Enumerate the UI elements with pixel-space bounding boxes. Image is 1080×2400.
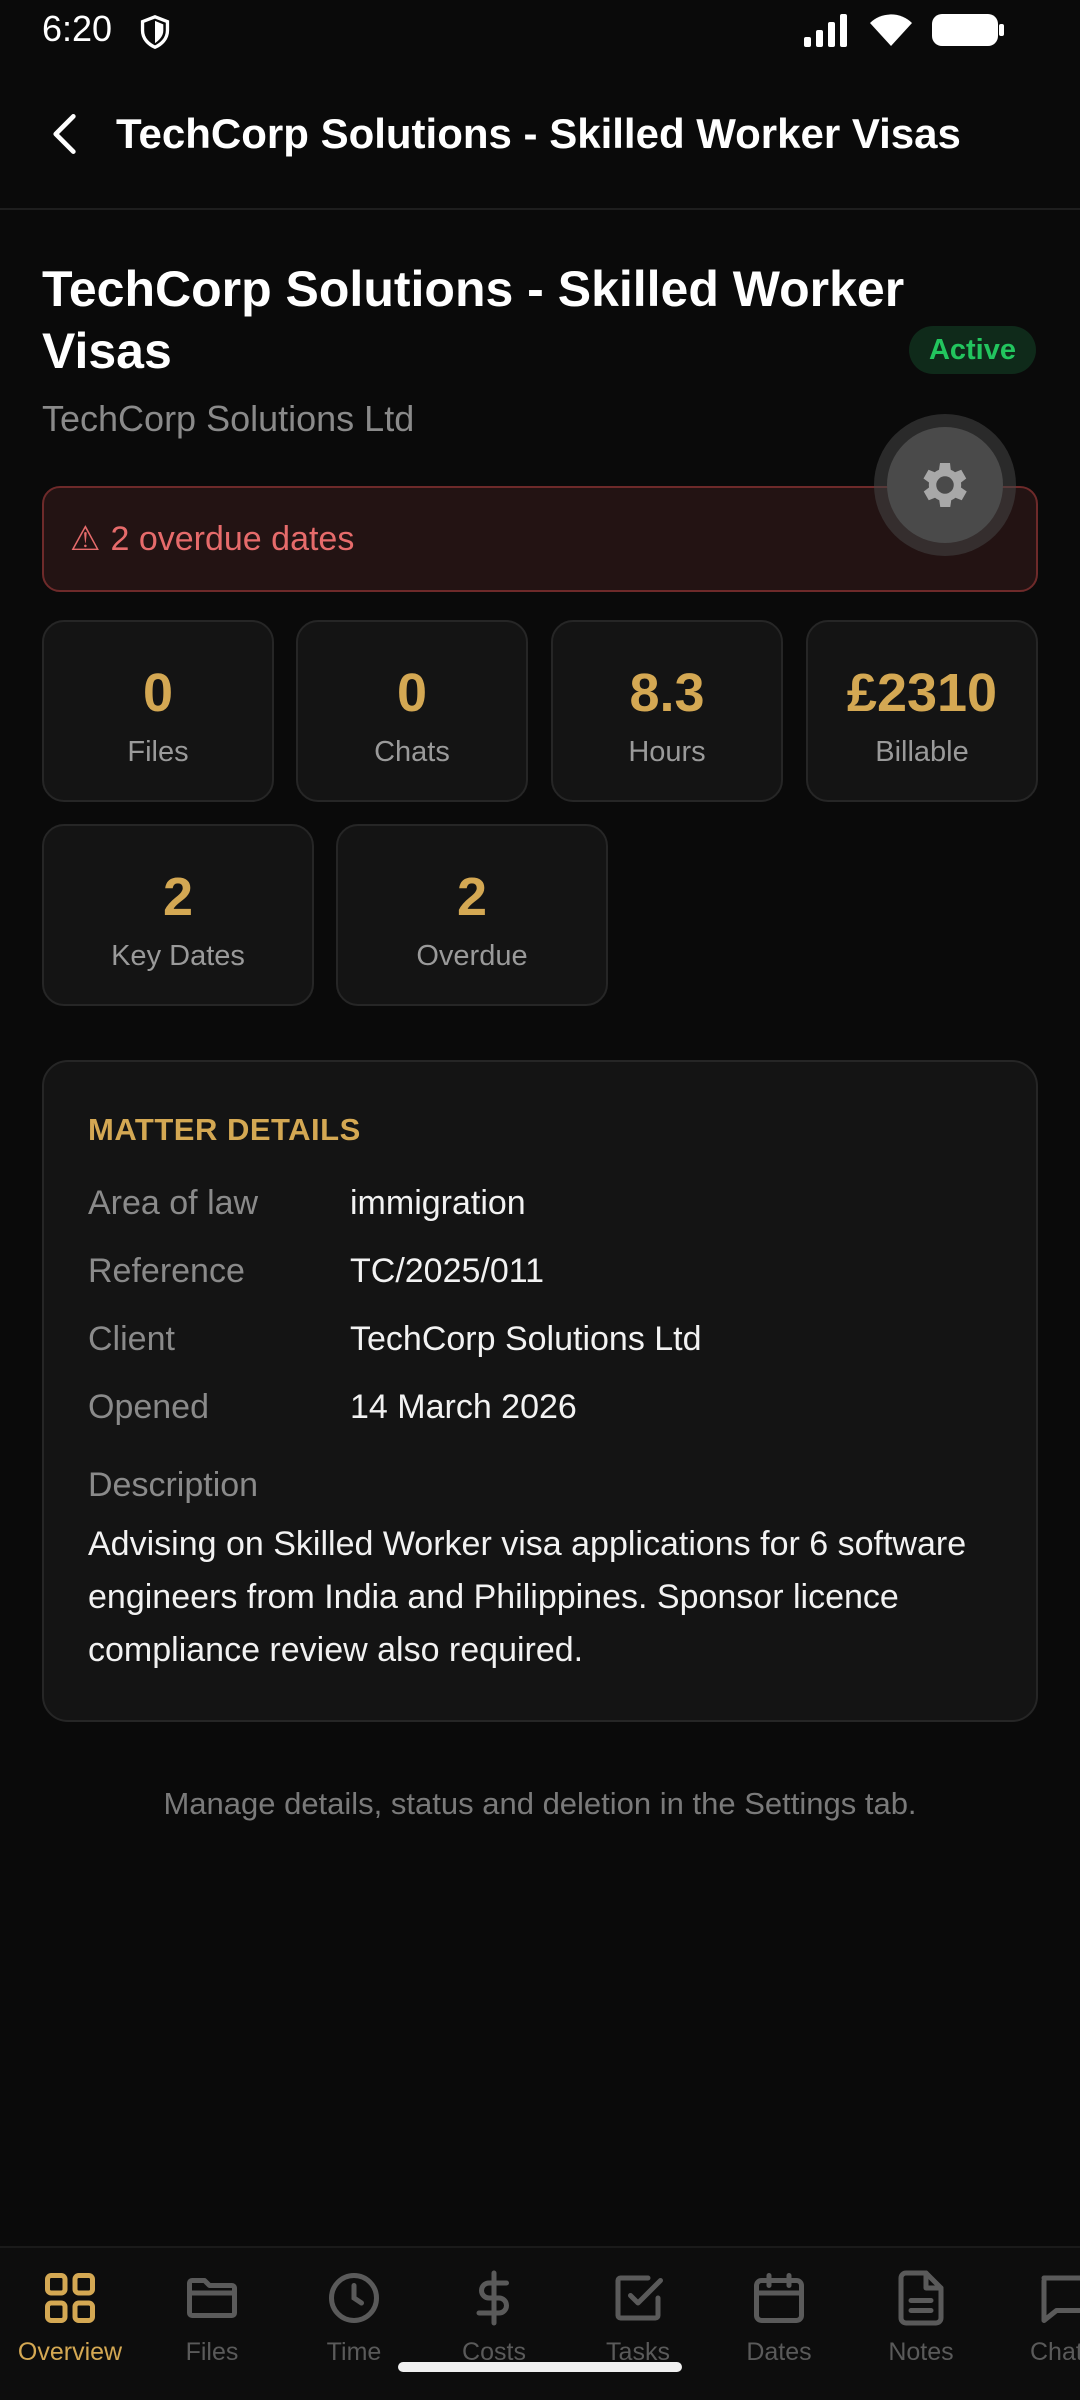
tab-label: Dates <box>746 2338 812 2366</box>
stat-label: Billable <box>875 736 969 768</box>
detail-value: immigration <box>350 1184 526 1222</box>
document-icon <box>898 2270 944 2326</box>
stat-value: £2310 <box>846 663 998 723</box>
detail-label: Area of law <box>88 1184 259 1222</box>
page-title: TechCorp Solutions - Skilled Worker Visa… <box>42 261 905 379</box>
tab-dates[interactable]: Dates <box>709 2268 849 2388</box>
description-text: Advising on Skilled Worker visa applicat… <box>88 1525 967 1669</box>
chat-icon <box>1041 2275 1080 2323</box>
stat-card-billable[interactable]: £2310 Billable <box>806 620 1038 802</box>
details-heading: MATTER DETAILS <box>88 1112 361 1147</box>
stat-label: Chats <box>374 736 450 768</box>
tab-overview[interactable]: Overview <box>0 2268 140 2388</box>
settings-button-inner <box>887 427 1003 543</box>
gear-icon <box>923 463 967 507</box>
stat-card-hours[interactable]: 8.3 Hours <box>551 620 783 802</box>
stat-value: 0 <box>142 663 174 723</box>
detail-value: TC/2025/011 <box>350 1252 545 1290</box>
detail-value: 14 March 2026 <box>350 1388 577 1426</box>
detail-label: Reference <box>88 1252 245 1290</box>
folder-icon <box>187 2278 237 2318</box>
calendar-icon <box>754 2273 804 2323</box>
stat-value: 2 <box>456 867 488 927</box>
stat-value: 0 <box>396 663 428 723</box>
status-badge: Active <box>908 326 1036 374</box>
status-time: 6:20 <box>42 8 113 49</box>
detail-label: Client <box>88 1320 175 1358</box>
back-button[interactable] <box>38 106 94 162</box>
stat-label: Overdue <box>416 940 528 972</box>
stat-label: Files <box>127 736 189 768</box>
battery-icon <box>932 14 1004 46</box>
wifi-icon <box>870 14 912 46</box>
warning-icon: ⚠ <box>70 519 101 559</box>
chevron-left-icon <box>53 114 76 154</box>
tab-chat[interactable]: Chat <box>992 2268 1080 2388</box>
bottom-tab-bar: Overview Files Time Costs Tasks Dates No… <box>0 2246 1080 2400</box>
home-indicator[interactable] <box>398 2362 682 2372</box>
shield-icon <box>140 14 170 50</box>
overdue-alert-text: 2 overdue dates <box>110 519 355 558</box>
app-bar: TechCorp Solutions - Skilled Worker Visa… <box>0 62 1080 210</box>
stat-card-overdue[interactable]: 2 Overdue <box>336 824 608 1006</box>
settings-button[interactable] <box>874 414 1016 556</box>
grid-icon <box>45 2273 95 2323</box>
stat-card-key-dates[interactable]: 2 Key Dates <box>42 824 314 1006</box>
detail-label: Opened <box>88 1388 209 1426</box>
detail-value: TechCorp Solutions Ltd <box>350 1320 702 1358</box>
status-bar: 6:20 <box>0 0 1080 62</box>
tab-label: Notes <box>888 2338 954 2366</box>
dollar-icon <box>476 2270 509 2326</box>
stat-label: Key Dates <box>111 940 245 972</box>
app-bar-title: TechCorp Solutions - Skilled Worker Visa… <box>116 110 961 157</box>
settings-hint: Manage details, status and deletion in t… <box>163 1786 917 1821</box>
tab-notes[interactable]: Notes <box>851 2268 991 2388</box>
stat-card-chats[interactable]: 0 Chats <box>296 620 528 802</box>
stat-value: 8.3 <box>629 663 705 723</box>
clock-icon <box>329 2273 379 2323</box>
tab-files[interactable]: Files <box>142 2268 282 2388</box>
checkbox-icon <box>615 2275 663 2321</box>
description-label: Description <box>88 1466 259 1504</box>
client-subtitle: TechCorp Solutions Ltd <box>42 398 415 439</box>
tab-label: Files <box>185 2338 239 2366</box>
matter-details-card: MATTER DETAILS Area of law immigration R… <box>42 1060 1038 1722</box>
stat-label: Hours <box>628 736 706 768</box>
signal-icon <box>804 14 847 47</box>
stat-card-files[interactable]: 0 Files <box>42 620 274 802</box>
tab-label: Overview <box>17 2338 123 2366</box>
stat-value: 2 <box>162 867 194 927</box>
tab-label: Chat <box>1030 2338 1080 2366</box>
